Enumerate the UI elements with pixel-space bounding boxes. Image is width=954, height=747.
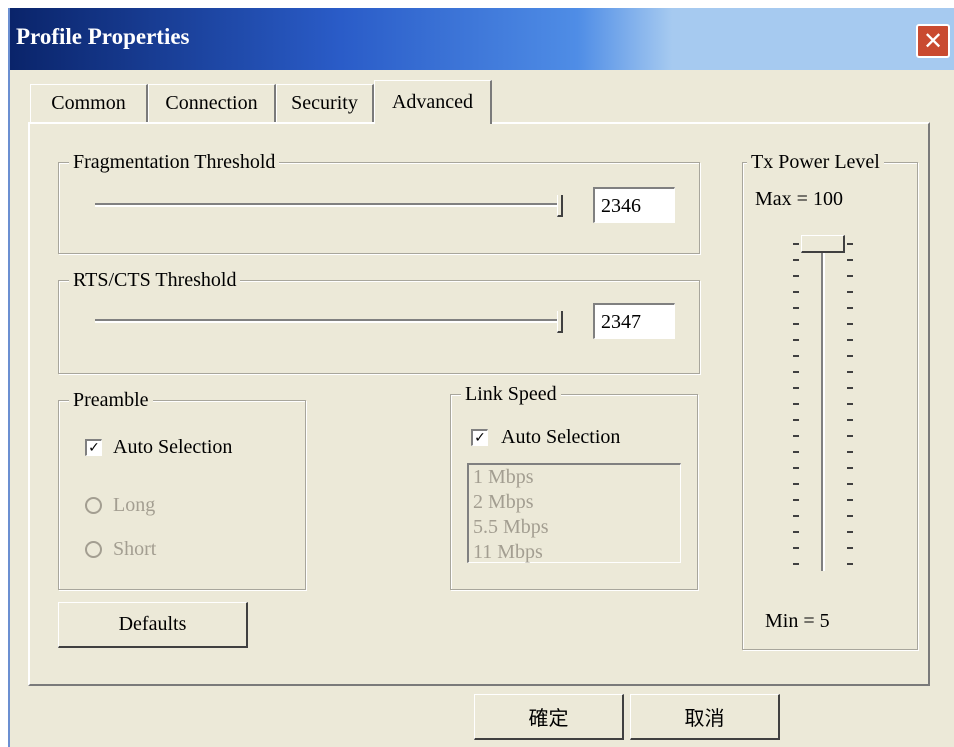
preamble-long-label: Long bbox=[113, 494, 156, 516]
link-speed-item[interactable]: 5.5 Mbps bbox=[473, 515, 676, 540]
preamble-auto-checkbox[interactable]: ✓ bbox=[85, 439, 102, 456]
cancel-button-label: 取消 bbox=[684, 706, 725, 730]
tx-power-tick bbox=[793, 323, 799, 325]
tx-power-tick bbox=[793, 563, 799, 565]
tx-power-tick bbox=[847, 307, 853, 309]
tx-power-tick bbox=[793, 467, 799, 469]
ok-button[interactable]: 確定 bbox=[474, 694, 624, 740]
preamble-group: Preamble ✓ Auto Selection Long Short bbox=[58, 388, 306, 590]
tx-power-tick bbox=[793, 531, 799, 533]
tx-power-tick bbox=[793, 515, 799, 517]
link-speed-item[interactable]: 2 Mbps bbox=[473, 490, 676, 515]
tx-power-tick bbox=[847, 275, 853, 277]
tx-power-tick bbox=[793, 451, 799, 453]
cancel-button[interactable]: 取消 bbox=[630, 694, 780, 740]
tx-power-tick bbox=[847, 339, 853, 341]
tx-power-label: Tx Power Level bbox=[747, 150, 884, 174]
tx-power-tick bbox=[793, 339, 799, 341]
tab-common[interactable]: Common bbox=[30, 84, 148, 122]
preamble-long-radio[interactable] bbox=[85, 497, 102, 514]
tx-power-tick bbox=[847, 259, 853, 261]
tx-power-tick bbox=[847, 499, 853, 501]
preamble-label: Preamble bbox=[69, 388, 153, 412]
ok-button-label: 確定 bbox=[528, 706, 569, 730]
tx-power-tick bbox=[847, 419, 853, 421]
tx-power-tick bbox=[793, 547, 799, 549]
tx-power-tick bbox=[793, 499, 799, 501]
tx-power-tick bbox=[793, 259, 799, 261]
tx-power-tick bbox=[793, 307, 799, 309]
preamble-auto-label: Auto Selection bbox=[113, 436, 233, 458]
advanced-panel: Fragmentation Threshold 2346 RTS/CTS Thr… bbox=[28, 122, 930, 686]
tx-power-tick bbox=[793, 387, 799, 389]
tx-power-tick bbox=[793, 243, 799, 245]
rts-cts-slider-thumb[interactable] bbox=[557, 311, 563, 333]
title-bar: Profile Properties ✕ bbox=[10, 8, 954, 70]
tx-power-tick bbox=[793, 371, 799, 373]
defaults-button[interactable]: Defaults bbox=[58, 602, 248, 648]
tab-security[interactable]: Security bbox=[276, 84, 374, 122]
tx-power-tick bbox=[847, 291, 853, 293]
rts-cts-label: RTS/CTS Threshold bbox=[69, 268, 241, 292]
tx-power-group: Tx Power Level Max = 100 Min = 5 bbox=[742, 150, 918, 650]
fragmentation-value-field[interactable]: 2346 bbox=[593, 187, 675, 223]
tx-power-tick bbox=[847, 531, 853, 533]
window-title: Profile Properties bbox=[16, 24, 190, 49]
profile-properties-dialog: Profile Properties ✕ Common Connection S… bbox=[8, 8, 954, 747]
tx-power-tick bbox=[847, 323, 853, 325]
link-speed-item[interactable]: 11 Mbps bbox=[473, 540, 676, 565]
link-speed-item[interactable]: 1 Mbps bbox=[473, 465, 676, 490]
tx-power-tick bbox=[847, 515, 853, 517]
tx-power-max-label: Max = 100 bbox=[755, 188, 843, 210]
close-icon[interactable]: ✕ bbox=[916, 24, 950, 58]
tab-advanced[interactable]: Advanced bbox=[374, 80, 492, 124]
tx-power-tick bbox=[793, 275, 799, 277]
tx-power-tick bbox=[847, 355, 853, 357]
tx-power-slider-thumb[interactable] bbox=[801, 235, 845, 253]
preamble-short-radio[interactable] bbox=[85, 541, 102, 558]
fragmentation-group: Fragmentation Threshold 2346 bbox=[58, 150, 700, 254]
tx-power-tick bbox=[847, 387, 853, 389]
tx-power-slider-track[interactable] bbox=[821, 241, 825, 571]
tab-label: Connection bbox=[165, 92, 258, 114]
defaults-button-label: Defaults bbox=[118, 613, 187, 635]
rts-cts-slider-track[interactable] bbox=[95, 319, 561, 323]
tx-power-tick bbox=[793, 435, 799, 437]
tx-power-tick bbox=[793, 403, 799, 405]
tx-power-tick bbox=[847, 435, 853, 437]
link-speed-auto-label: Auto Selection bbox=[501, 426, 621, 448]
tab-connection[interactable]: Connection bbox=[148, 84, 276, 122]
tx-power-tick bbox=[847, 547, 853, 549]
link-speed-list[interactable]: 1 Mbps 2 Mbps 5.5 Mbps 11 Mbps bbox=[467, 463, 681, 563]
tx-power-tick bbox=[847, 243, 853, 245]
rts-cts-group: RTS/CTS Threshold 2347 bbox=[58, 268, 700, 374]
tx-power-tick bbox=[793, 483, 799, 485]
tab-label: Advanced bbox=[391, 91, 474, 113]
tx-power-tick bbox=[847, 451, 853, 453]
fragmentation-slider-track[interactable] bbox=[95, 203, 561, 207]
link-speed-auto-checkbox[interactable]: ✓ bbox=[471, 429, 488, 446]
fragmentation-slider-thumb[interactable] bbox=[557, 195, 563, 217]
tx-power-tick bbox=[793, 291, 799, 293]
link-speed-group: Link Speed ✓ Auto Selection 1 Mbps 2 Mbp… bbox=[450, 382, 698, 590]
preamble-short-label: Short bbox=[113, 538, 157, 560]
tx-power-tick bbox=[847, 467, 853, 469]
fragmentation-label: Fragmentation Threshold bbox=[69, 150, 280, 174]
tx-power-tick bbox=[793, 355, 799, 357]
tx-power-tick bbox=[847, 403, 853, 405]
tx-power-min-label: Min = 5 bbox=[765, 610, 830, 632]
tx-power-tick bbox=[847, 563, 853, 565]
tx-power-tick bbox=[793, 419, 799, 421]
tab-label: Security bbox=[291, 92, 358, 114]
link-speed-label: Link Speed bbox=[461, 382, 561, 406]
tx-power-tick bbox=[847, 371, 853, 373]
tx-power-tick bbox=[847, 483, 853, 485]
tab-label: Common bbox=[51, 92, 126, 114]
rts-cts-value-field[interactable]: 2347 bbox=[593, 303, 675, 339]
